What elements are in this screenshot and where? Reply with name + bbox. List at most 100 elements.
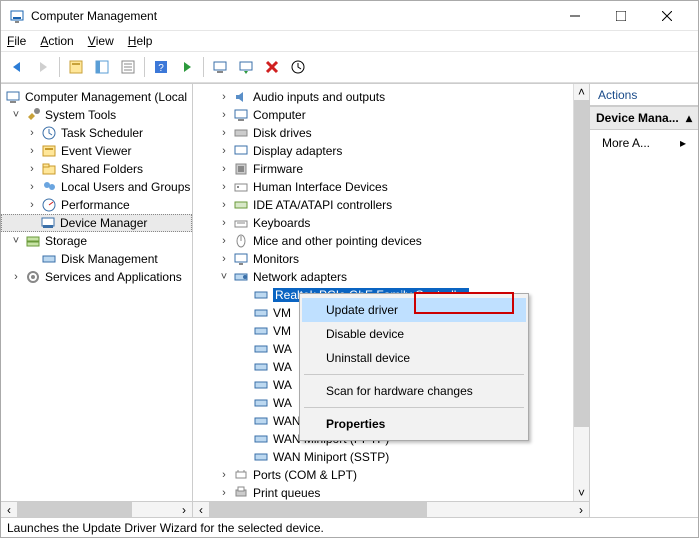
tree-node-performance[interactable]: › Performance xyxy=(1,196,192,214)
actions-subheader[interactable]: Device Mana... ▴ xyxy=(590,106,698,130)
expand-glyph[interactable]: › xyxy=(217,145,231,157)
tree-node-storage[interactable]: ˅ Storage xyxy=(1,232,192,250)
context-menu-uninstall-device[interactable]: Uninstall device xyxy=(302,346,526,370)
device-label: Audio inputs and outputs xyxy=(253,90,385,104)
collapse-icon[interactable]: ▴ xyxy=(686,111,692,125)
network-adapter-item[interactable]: WAN Miniport (SSTP) xyxy=(193,448,573,466)
scrollbar-track[interactable] xyxy=(132,502,176,517)
device-category[interactable]: ›Computer xyxy=(193,106,573,124)
menu-view[interactable]: ViewView xyxy=(88,34,114,48)
expand-glyph[interactable]: › xyxy=(217,235,231,247)
tree-node-root[interactable]: Computer Management (Local xyxy=(1,88,192,106)
expand-glyph[interactable]: › xyxy=(217,127,231,139)
menu-file[interactable]: FFileile xyxy=(7,34,26,48)
maximize-button[interactable] xyxy=(598,1,644,31)
tree-node-disk-management[interactable]: Disk Management xyxy=(1,250,192,268)
show-hide-console-tree-button[interactable] xyxy=(64,55,88,79)
device-category[interactable]: ›Firmware xyxy=(193,160,573,178)
svg-text:?: ? xyxy=(158,63,164,74)
device-pane-vertical-scrollbar[interactable]: ˄ ˅ xyxy=(573,84,589,501)
scrollbar-track[interactable] xyxy=(574,100,589,485)
uninstall-device-button[interactable] xyxy=(260,55,284,79)
tree-node-label: Disk Management xyxy=(61,252,158,266)
device-category[interactable]: ›Human Interface Devices xyxy=(193,178,573,196)
expand-glyph[interactable]: › xyxy=(25,145,39,157)
scrollbar-thumb[interactable] xyxy=(209,502,427,517)
device-category[interactable]: ›IDE ATA/ATAPI controllers xyxy=(193,196,573,214)
scrollbar-track[interactable] xyxy=(427,502,573,517)
status-text: Launches the Update Driver Wizard for th… xyxy=(7,521,324,535)
expand-glyph[interactable]: › xyxy=(217,163,231,175)
console-tree[interactable]: Computer Management (Local ˅ System Tool… xyxy=(1,84,192,501)
tree-node-services[interactable]: › Services and Applications xyxy=(1,268,192,286)
disable-device-button[interactable] xyxy=(234,55,258,79)
context-menu-separator xyxy=(304,374,524,375)
device-label: WA xyxy=(273,360,292,374)
scroll-right-arrow[interactable]: › xyxy=(573,502,589,517)
context-menu-disable-device[interactable]: Disable device xyxy=(302,322,526,346)
expand-glyph[interactable]: › xyxy=(217,253,231,265)
nic-icon xyxy=(253,341,269,357)
scrollbar-thumb[interactable] xyxy=(574,100,589,427)
device-category[interactable]: ›Ports (COM & LPT) xyxy=(193,466,573,484)
expand-glyph[interactable]: › xyxy=(25,127,39,139)
scroll-up-arrow[interactable]: ˄ xyxy=(574,84,589,100)
scrollbar-thumb[interactable] xyxy=(17,502,132,517)
expand-glyph[interactable]: › xyxy=(217,469,231,481)
expand-glyph[interactable]: › xyxy=(217,91,231,103)
expand-glyph[interactable]: › xyxy=(217,217,231,229)
scroll-left-arrow[interactable]: ‹ xyxy=(1,502,17,517)
expand-glyph[interactable]: ˅ xyxy=(217,271,231,283)
actions-more[interactable]: More A... ▸ xyxy=(590,130,698,156)
expand-glyph[interactable]: ˅ xyxy=(9,235,23,247)
expand-glyph[interactable]: › xyxy=(9,271,23,283)
tree-node-shared-folders[interactable]: › Shared Folders xyxy=(1,160,192,178)
device-category[interactable]: › Audio inputs and outputs xyxy=(193,88,573,106)
menu-help[interactable]: HelpHelp xyxy=(128,34,153,48)
scroll-right-arrow[interactable]: › xyxy=(176,502,192,517)
device-category[interactable]: ›Monitors xyxy=(193,250,573,268)
toolbar: ? xyxy=(1,51,698,83)
expand-glyph[interactable]: › xyxy=(217,487,231,499)
close-button[interactable] xyxy=(644,1,690,31)
device-label: Disk drives xyxy=(253,126,312,140)
device-category[interactable]: ›Display adapters xyxy=(193,142,573,160)
context-menu: Update driver Disable device Uninstall d… xyxy=(299,293,529,441)
context-menu-scan-hardware[interactable]: Scan for hardware changes xyxy=(302,379,526,403)
expand-glyph[interactable]: › xyxy=(25,181,39,193)
device-category[interactable]: ›Keyboards xyxy=(193,214,573,232)
tree-node-local-users[interactable]: › Local Users and Groups xyxy=(1,178,192,196)
help-button[interactable]: ? xyxy=(149,55,173,79)
menu-action[interactable]: ActionAction xyxy=(40,34,73,48)
forward-button[interactable] xyxy=(31,55,55,79)
expand-glyph[interactable]: › xyxy=(25,199,39,211)
scan-hardware-button[interactable] xyxy=(286,55,310,79)
device-tree[interactable]: ›Audio inputs and outputs ›Computer ›Dis… xyxy=(193,84,573,501)
tree-node-task-scheduler[interactable]: › Task Scheduler xyxy=(1,124,192,142)
tree-node-label: Local Users and Groups xyxy=(61,180,190,194)
expand-glyph[interactable]: ˅ xyxy=(9,109,23,121)
minimize-button[interactable] xyxy=(552,1,598,31)
expand-glyph[interactable]: › xyxy=(25,163,39,175)
update-driver-button[interactable] xyxy=(208,55,232,79)
device-category-network[interactable]: ˅Network adapters xyxy=(193,268,573,286)
left-pane-horizontal-scrollbar[interactable]: ‹ › xyxy=(1,501,192,517)
refresh-button[interactable] xyxy=(175,55,199,79)
tree-node-system-tools[interactable]: ˅ System Tools xyxy=(1,106,192,124)
context-menu-properties[interactable]: Properties xyxy=(302,412,526,436)
scroll-left-arrow[interactable]: ‹ xyxy=(193,502,209,517)
back-button[interactable] xyxy=(5,55,29,79)
tree-node-device-manager[interactable]: Device Manager xyxy=(1,214,192,232)
expand-glyph[interactable]: › xyxy=(217,109,231,121)
device-category[interactable]: ›Print queues xyxy=(193,484,573,501)
properties-button[interactable] xyxy=(90,55,114,79)
device-pane-horizontal-scrollbar[interactable]: ‹ › xyxy=(193,501,589,517)
export-list-button[interactable] xyxy=(116,55,140,79)
scroll-down-arrow[interactable]: ˅ xyxy=(574,485,589,501)
context-menu-update-driver[interactable]: Update driver xyxy=(302,298,526,322)
device-category[interactable]: ›Mice and other pointing devices xyxy=(193,232,573,250)
tree-node-event-viewer[interactable]: › Event Viewer xyxy=(1,142,192,160)
device-category[interactable]: › Disk drives xyxy=(193,124,573,142)
expand-glyph[interactable]: › xyxy=(217,181,231,193)
expand-glyph[interactable]: › xyxy=(217,199,231,211)
